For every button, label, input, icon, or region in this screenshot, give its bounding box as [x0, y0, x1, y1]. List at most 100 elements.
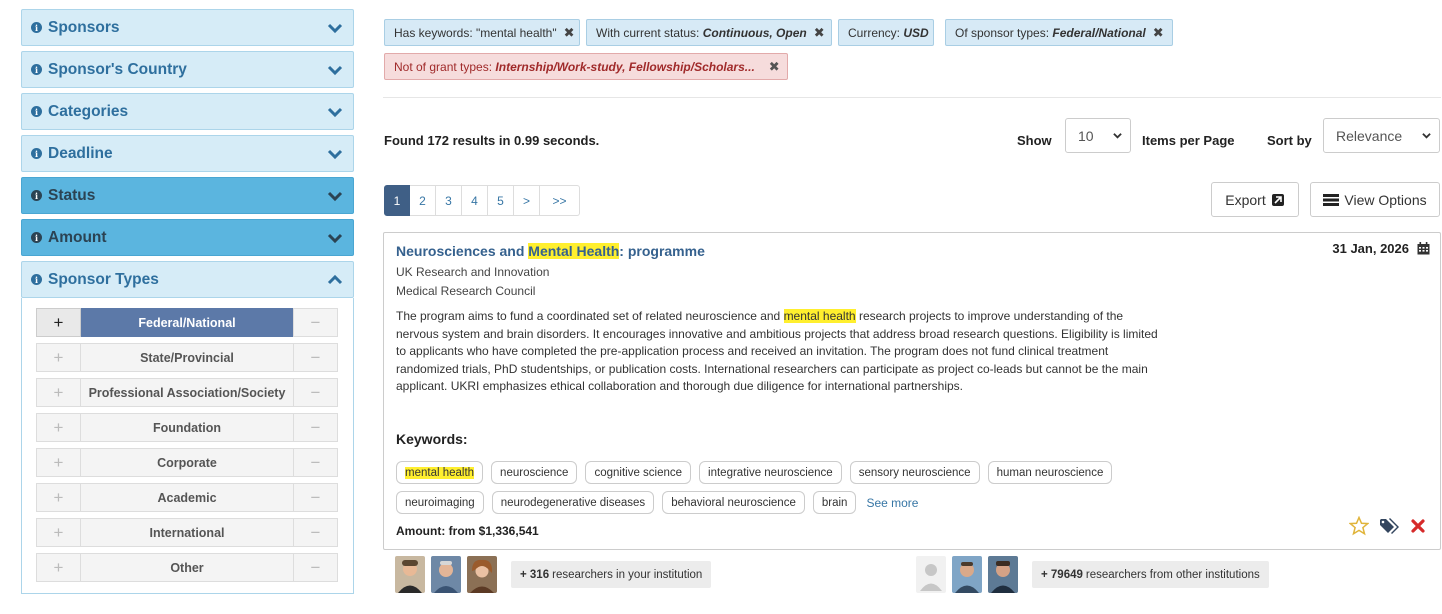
chevron-down-icon — [327, 191, 343, 201]
sponsor-type-row: + Foundation − — [36, 413, 338, 442]
external-researchers-badge[interactable]: + 79649 researchers from other instituti… — [1032, 561, 1269, 588]
next-page-link[interactable]: > — [514, 185, 540, 216]
info-icon: i — [31, 64, 42, 75]
tag-icon[interactable] — [1379, 517, 1401, 535]
amount-text: Amount: from $1,336,541 — [396, 524, 539, 538]
exclude-button[interactable]: − — [293, 308, 338, 337]
keyword-tag[interactable]: mental health — [396, 461, 484, 484]
avatar[interactable] — [952, 556, 982, 593]
chevron-down-icon — [327, 65, 343, 75]
keyword-tag[interactable]: behavioral neuroscience — [662, 491, 805, 514]
include-button[interactable]: + — [36, 483, 81, 512]
filter-chip-sponsor-types: Of sponsor types: Federal/National ✖ — [945, 19, 1173, 46]
result-description: The program aims to fund a coordinated s… — [396, 309, 1158, 393]
sponsor-type-label[interactable]: Academic — [81, 483, 293, 512]
keyword-tag[interactable]: neurodegenerative diseases — [491, 491, 655, 514]
results-count: Found 172 results in 0.99 seconds. — [384, 133, 600, 148]
sponsor-type-label[interactable]: State/Provincial — [81, 343, 293, 372]
exclude-button[interactable]: − — [293, 343, 338, 372]
include-button[interactable]: + — [36, 518, 81, 547]
result-card: Neurosciences and Mental Health: program… — [383, 232, 1441, 550]
include-button[interactable]: + — [36, 553, 81, 582]
keyword-tag[interactable]: neuroimaging — [396, 491, 484, 514]
page-link[interactable]: 3 — [436, 185, 462, 216]
keyword-tag[interactable]: human neuroscience — [987, 461, 1113, 484]
include-button[interactable]: + — [36, 413, 81, 442]
list-icon — [1323, 193, 1340, 206]
page-link[interactable]: 5 — [488, 185, 514, 216]
keyword-tag[interactable]: neuroscience — [491, 461, 578, 484]
deadline-date: 31 Jan, 2026 — [1332, 241, 1430, 256]
sponsor-type-label[interactable]: Professional Association/Society — [81, 378, 293, 407]
remove-icon[interactable] — [1411, 519, 1425, 533]
sponsor-type-row: + Professional Association/Society − — [36, 378, 338, 407]
include-button[interactable]: + — [36, 378, 81, 407]
external-link-icon — [1271, 193, 1284, 206]
keyword-tag[interactable]: integrative neuroscience — [699, 461, 842, 484]
keyword-tag[interactable]: sensory neuroscience — [849, 461, 980, 484]
avatar[interactable] — [988, 556, 1018, 593]
section-sponsors[interactable]: i Sponsors — [21, 9, 354, 46]
section-sponsor-types[interactable]: i Sponsor Types — [21, 261, 354, 298]
sponsor-type-label[interactable]: Other — [81, 553, 293, 582]
section-sponsors-country[interactable]: i Sponsor's Country — [21, 51, 354, 88]
sponsor-type-label[interactable]: Foundation — [81, 413, 293, 442]
view-options-button[interactable]: View Options — [1310, 182, 1440, 217]
section-status[interactable]: i Status — [21, 177, 354, 214]
info-icon: i — [31, 106, 42, 117]
items-per-page-label: Items per Page — [1142, 133, 1235, 148]
include-button[interactable]: + — [36, 343, 81, 372]
avatar-placeholder[interactable] — [916, 556, 946, 593]
include-button[interactable]: + — [36, 308, 81, 337]
page-link[interactable]: 1 — [384, 185, 410, 216]
section-categories[interactable]: i Categories — [21, 93, 354, 130]
avatar[interactable] — [395, 556, 425, 593]
sponsor-type-label[interactable]: International — [81, 518, 293, 547]
sponsor-type-row: + State/Provincial − — [36, 343, 338, 372]
avatar[interactable] — [431, 556, 461, 593]
sponsor-type-label[interactable]: Federal/National — [81, 308, 293, 337]
remove-filter-icon[interactable]: ✖ — [1153, 25, 1164, 41]
last-page-link[interactable]: >> — [540, 185, 580, 216]
keywords-heading: Keywords: — [396, 431, 468, 447]
keyword-tag[interactable]: brain — [812, 491, 857, 514]
sponsor-type-row: + International − — [36, 518, 338, 547]
chevron-down-icon — [327, 107, 343, 117]
result-actions — [1349, 516, 1425, 536]
section-deadline[interactable]: i Deadline — [21, 135, 354, 172]
info-icon: i — [31, 22, 42, 33]
exclude-button[interactable]: − — [293, 483, 338, 512]
page-link[interactable]: 2 — [410, 185, 436, 216]
chevron-down-icon — [327, 233, 343, 243]
exclude-button[interactable]: − — [293, 413, 338, 442]
page-link[interactable]: 4 — [462, 185, 488, 216]
exclude-button[interactable]: − — [293, 553, 338, 582]
keyword-tag[interactable]: cognitive science — [585, 461, 692, 484]
remove-filter-icon[interactable]: ✖ — [814, 25, 825, 41]
internal-researchers-badge[interactable]: + 316 researchers in your institution — [511, 561, 712, 588]
per-page-select[interactable]: 10 — [1065, 118, 1131, 153]
see-more-link[interactable]: See more — [864, 491, 918, 514]
exclude-button[interactable]: − — [293, 378, 338, 407]
avatar[interactable] — [467, 556, 497, 593]
info-icon: i — [31, 274, 42, 285]
sort-select[interactable]: Relevance — [1323, 118, 1440, 153]
exclude-button[interactable]: − — [293, 518, 338, 547]
keyword-list: mental health neuroscience cognitive sci… — [396, 461, 1176, 514]
export-button[interactable]: Export — [1211, 182, 1299, 217]
filter-sidebar: i Sponsors i Sponsor's Country i Categor… — [21, 9, 354, 594]
star-icon[interactable] — [1349, 516, 1369, 536]
sub-sponsor-name: Medical Research Council — [396, 284, 536, 298]
remove-filter-icon[interactable]: ✖ — [564, 25, 575, 41]
exclude-button[interactable]: − — [293, 448, 338, 477]
results-main: Has keywords: "mental health" ✖ With cur… — [383, 0, 1442, 614]
remove-filter-icon[interactable]: ✖ — [769, 59, 780, 75]
result-title[interactable]: Neurosciences and Mental Health: program… — [396, 243, 705, 259]
section-amount[interactable]: i Amount — [21, 219, 354, 256]
sponsor-type-label[interactable]: Corporate — [81, 448, 293, 477]
chevron-down-icon — [327, 23, 343, 33]
info-icon: i — [31, 232, 42, 243]
include-button[interactable]: + — [36, 448, 81, 477]
chevron-down-icon — [1422, 133, 1431, 139]
divider — [383, 97, 1441, 98]
